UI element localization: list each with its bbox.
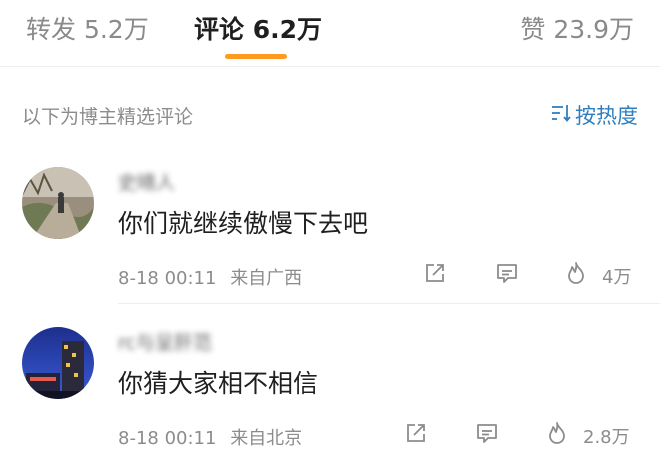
active-tab-indicator — [225, 54, 287, 59]
like-button[interactable]: 2.8万 — [545, 421, 630, 450]
comment-text: 你猜大家相不相信 — [118, 369, 319, 398]
comment-icon — [495, 261, 519, 290]
tab-like[interactable]: 赞 23.9万 — [520, 10, 634, 46]
divider — [118, 303, 660, 304]
like-count: 4万 — [602, 266, 632, 288]
comment-text: 你们就继续傲慢下去吧 — [118, 209, 369, 238]
comment-item: 史晴人 你们就继续傲慢下去吧 8-18 00:11 来自广西 4万 — [0, 160, 660, 305]
comment-meta: 8-18 00:11 来自广西 — [118, 264, 302, 290]
username[interactable]: 史晴人 — [118, 168, 175, 195]
comment-meta: 8-18 00:11 来自北京 — [118, 424, 302, 450]
fire-icon — [564, 261, 588, 290]
sort-by-popularity-button[interactable]: 按热度 — [551, 100, 638, 130]
share-button[interactable] — [404, 421, 428, 450]
like-button[interactable]: 4万 — [564, 261, 631, 290]
avatar[interactable] — [22, 167, 94, 239]
sort-icon — [551, 103, 571, 127]
like-count: 2.8万 — [583, 426, 630, 448]
comment-time: 8-18 00:11 — [118, 268, 217, 289]
username[interactable]: rc与呈肝范 — [118, 328, 212, 355]
featured-comments-label: 以下为博主精选评论 — [22, 106, 194, 128]
comment-location: 来自广西 — [230, 268, 303, 289]
tab-comment[interactable]: 评论 6.2万 — [194, 10, 322, 46]
share-button[interactable] — [423, 261, 447, 290]
share-icon — [423, 261, 447, 290]
comment-icon — [475, 421, 499, 450]
sort-label: 按热度 — [575, 104, 638, 128]
tab-bar: 转发 5.2万 评论 6.2万 赞 23.9万 — [0, 0, 660, 64]
comment-location: 来自北京 — [230, 428, 303, 449]
tab-repost[interactable]: 转发 5.2万 — [26, 10, 149, 46]
comment-item: rc与呈肝范 你猜大家相不相信 8-18 00:11 来自北京 2.8万 — [0, 320, 660, 454]
reply-button[interactable] — [475, 421, 499, 450]
fire-icon — [545, 421, 569, 450]
reply-button[interactable] — [495, 261, 519, 290]
avatar[interactable] — [22, 327, 94, 399]
comment-time: 8-18 00:11 — [118, 428, 217, 449]
comment-filter-row: 以下为博主精选评论 按热度 — [0, 96, 660, 136]
divider — [0, 66, 660, 67]
share-icon — [404, 421, 428, 450]
